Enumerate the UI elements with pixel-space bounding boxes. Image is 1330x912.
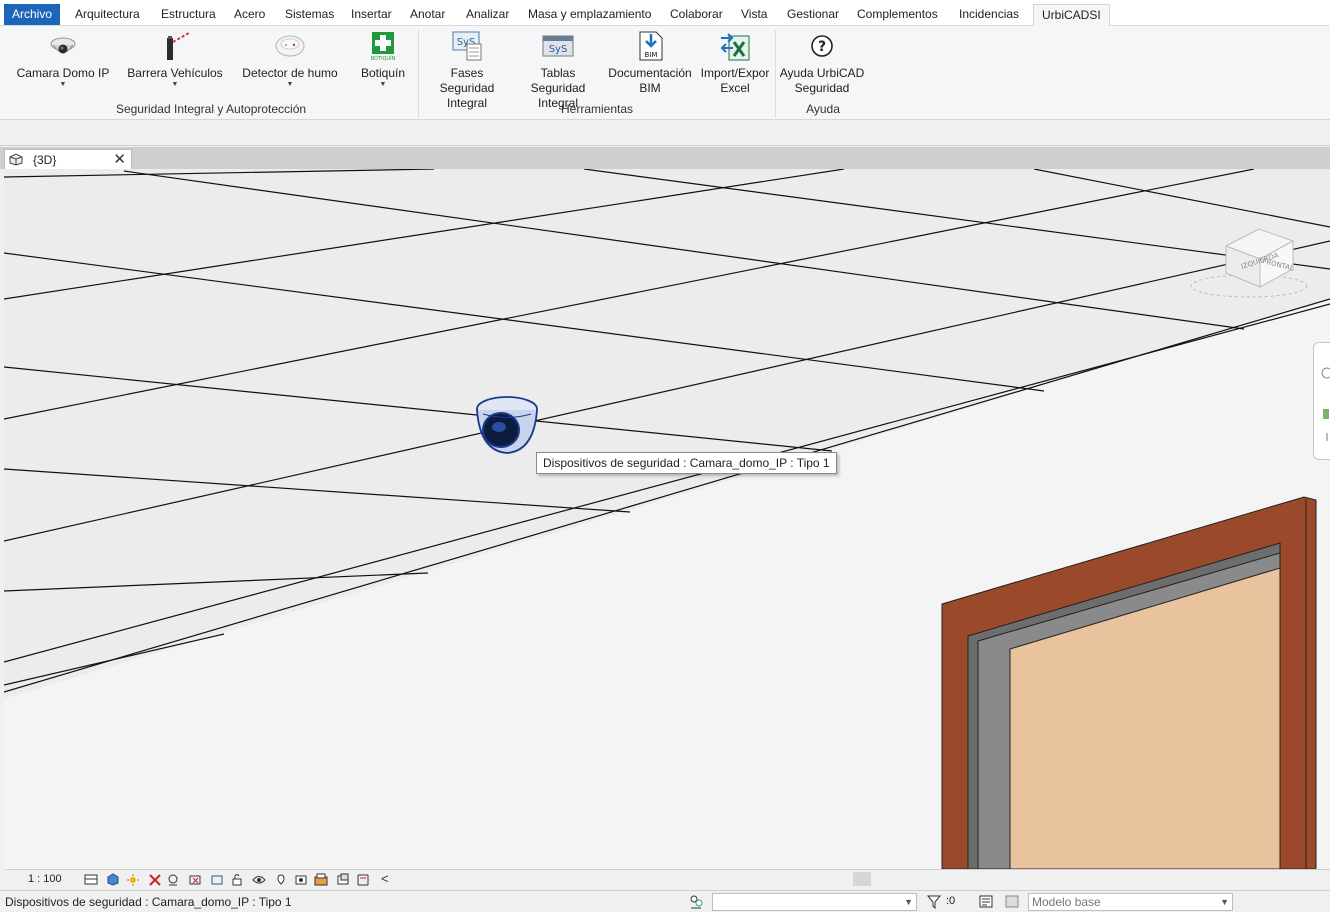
camara-domo-button[interactable]: Camara Domo IP ▼ — [14, 30, 112, 89]
element-tooltip: Dispositivos de seguridad : Camara_domo_… — [536, 452, 837, 474]
sun-path-icon[interactable] — [126, 873, 140, 886]
worksets-icon[interactable] — [688, 894, 704, 909]
crop-view-icon[interactable] — [188, 873, 202, 886]
view-scale[interactable]: 1 : 100 — [28, 873, 62, 885]
ayuda-urbicad-label-1: Ayuda UrbiCAD — [779, 66, 865, 80]
detector-humo-button[interactable]: Detector de humo ▼ — [238, 30, 342, 89]
temporary-properties-icon[interactable] — [314, 873, 328, 886]
ayuda-urbicad-button[interactable]: ? Ayuda UrbiCAD Seguridad — [778, 30, 866, 96]
menu-gestionar[interactable]: Gestionar — [779, 4, 847, 25]
ayuda-urbicad-label-2: Seguridad — [794, 81, 850, 95]
svg-text:?: ? — [818, 39, 826, 55]
import-export-label-2: Excel — [720, 81, 750, 95]
botiquin-label: Botiquín — [360, 66, 406, 80]
fases-seguridad-button[interactable]: SyS Fases Seguridad Integral — [422, 30, 512, 111]
3d-viewport[interactable]: IZQUIERDA FRONTAL Dispositivos de seguri… — [4, 169, 1330, 869]
filter-selection-icon[interactable] — [926, 894, 942, 910]
bim-document-icon: BIM — [634, 30, 666, 62]
horizontal-scrollbar-thumb[interactable] — [853, 872, 871, 886]
excel-import-export-icon — [719, 30, 751, 62]
import-export-excel-button[interactable]: Import/Expor Excel — [696, 30, 774, 96]
botiquin-button[interactable]: BOTIQUÍN Botiquín ▼ — [355, 30, 411, 89]
camara-domo-label: Camara Domo IP — [16, 66, 110, 80]
help-icon: ? — [806, 30, 838, 62]
workset-dropdown[interactable]: ▼ — [712, 893, 917, 911]
tables-icon: SyS — [542, 30, 574, 62]
view-tab-label: {3D} — [33, 153, 57, 167]
sys-text: SyS — [549, 44, 568, 55]
menu-archivo[interactable]: Archivo — [4, 4, 61, 25]
chevron-down-icon: ▼ — [1220, 897, 1229, 907]
tablas-seguridad-button[interactable]: SyS Tablas Seguridad Integral — [512, 30, 604, 111]
menu-sistemas[interactable]: Sistemas — [277, 4, 342, 25]
view-tab-3d[interactable]: {3D} ✕ — [4, 149, 132, 169]
ribbon: Camara Domo IP ▼ Barrera Vehículos ▼ Det… — [0, 26, 1330, 120]
menu-complementos[interactable]: Complementos — [849, 4, 946, 25]
navigation-bar[interactable] — [1313, 342, 1330, 460]
documentacion-bim-label-1: Documentación — [608, 66, 692, 80]
menu-colaborar[interactable]: Colaborar — [662, 4, 731, 25]
import-export-label-1: Import/Expor — [700, 66, 770, 80]
detail-level-icon[interactable] — [84, 873, 98, 886]
status-text: Dispositivos de seguridad : Camara_domo_… — [5, 895, 292, 909]
close-icon[interactable]: ✕ — [113, 150, 126, 168]
smoke-detector-icon — [274, 30, 306, 62]
menu-insertar[interactable]: Insertar — [343, 4, 400, 25]
bim-text: BIM — [645, 51, 658, 59]
menu-acero[interactable]: Acero — [226, 4, 273, 25]
3d-view-icon — [9, 153, 23, 166]
menu-vista[interactable]: Vista — [733, 4, 775, 25]
reveal-hidden-icon[interactable] — [274, 873, 288, 886]
barrera-vehiculos-button[interactable]: Barrera Vehículos ▼ — [126, 30, 224, 89]
show-constraints-icon[interactable] — [336, 873, 350, 886]
menu-estructura[interactable]: Estructura — [153, 4, 224, 25]
first-aid-caption: BOTIQUÍN — [371, 55, 396, 62]
chevron-down-icon: ▼ — [59, 81, 67, 88]
documentacion-bim-label-2: BIM — [639, 81, 661, 95]
temporary-hide-icon[interactable] — [252, 873, 266, 886]
menu-analizar[interactable]: Analizar — [458, 4, 517, 25]
menu-incidencias[interactable]: Incidencias — [951, 4, 1027, 25]
view-control-bar: 1 : 100 < — [4, 869, 1330, 889]
menu-anotar[interactable]: Anotar — [402, 4, 453, 25]
options-bar — [0, 120, 1330, 146]
detector-humo-label: Detector de humo — [242, 66, 338, 80]
chevron-down-icon: ▼ — [904, 897, 913, 907]
selection-count: :0 — [946, 895, 956, 907]
status-bar: Dispositivos de seguridad : Camara_domo_… — [0, 890, 1330, 912]
panel-label-seguridad: Seguridad Integral y Autoprotección — [115, 102, 307, 116]
model-dropdown[interactable]: Modelo base ▼ — [1028, 893, 1233, 911]
first-aid-kit-icon: BOTIQUÍN — [367, 30, 399, 62]
chevron-down-icon: ▼ — [171, 81, 179, 88]
visual-style-icon[interactable] — [106, 873, 120, 886]
chevron-down-icon: ▼ — [286, 81, 294, 88]
panel-label-herramientas: Herramientas — [560, 102, 634, 116]
tablas-seguridad-label-1: Tablas Seguridad — [530, 66, 586, 95]
dome-camera-icon — [47, 30, 79, 62]
analytical-model-icon[interactable] — [356, 873, 370, 886]
view-tab-bar: {3D} ✕ — [0, 147, 1330, 169]
model-dropdown-value: Modelo base — [1032, 895, 1101, 909]
menu-bar: Archivo Arquitectura Estructura Acero Si… — [0, 0, 1330, 26]
crop-region-icon[interactable] — [210, 873, 224, 886]
rendering-icon[interactable] — [166, 873, 180, 886]
barrera-vehiculos-label: Barrera Vehículos — [127, 66, 223, 80]
collapse-arrow-icon[interactable]: < — [381, 871, 389, 886]
vehicle-barrier-icon — [159, 30, 191, 62]
documentacion-bim-button[interactable]: BIM Documentación BIM — [604, 30, 696, 96]
unlock-3d-icon[interactable] — [230, 873, 244, 886]
phases-icon: SyS — [451, 30, 483, 62]
worksharing-icon[interactable] — [294, 873, 308, 886]
menu-urbicadsi[interactable]: UrbiCADSI — [1033, 4, 1110, 26]
fases-seguridad-label-1: Fases Seguridad — [439, 66, 495, 95]
3d-scene: IZQUIERDA FRONTAL — [4, 169, 1330, 869]
menu-masa-emplazamiento[interactable]: Masa y emplazamiento — [520, 4, 659, 25]
panel-label-ayuda: Ayuda — [806, 102, 840, 116]
menu-arquitectura[interactable]: Arquitectura — [67, 4, 148, 25]
design-options-icon[interactable] — [1004, 894, 1020, 909]
shadows-icon[interactable] — [148, 873, 162, 886]
editable-only-icon[interactable] — [978, 894, 994, 909]
chevron-down-icon: ▼ — [379, 81, 387, 88]
